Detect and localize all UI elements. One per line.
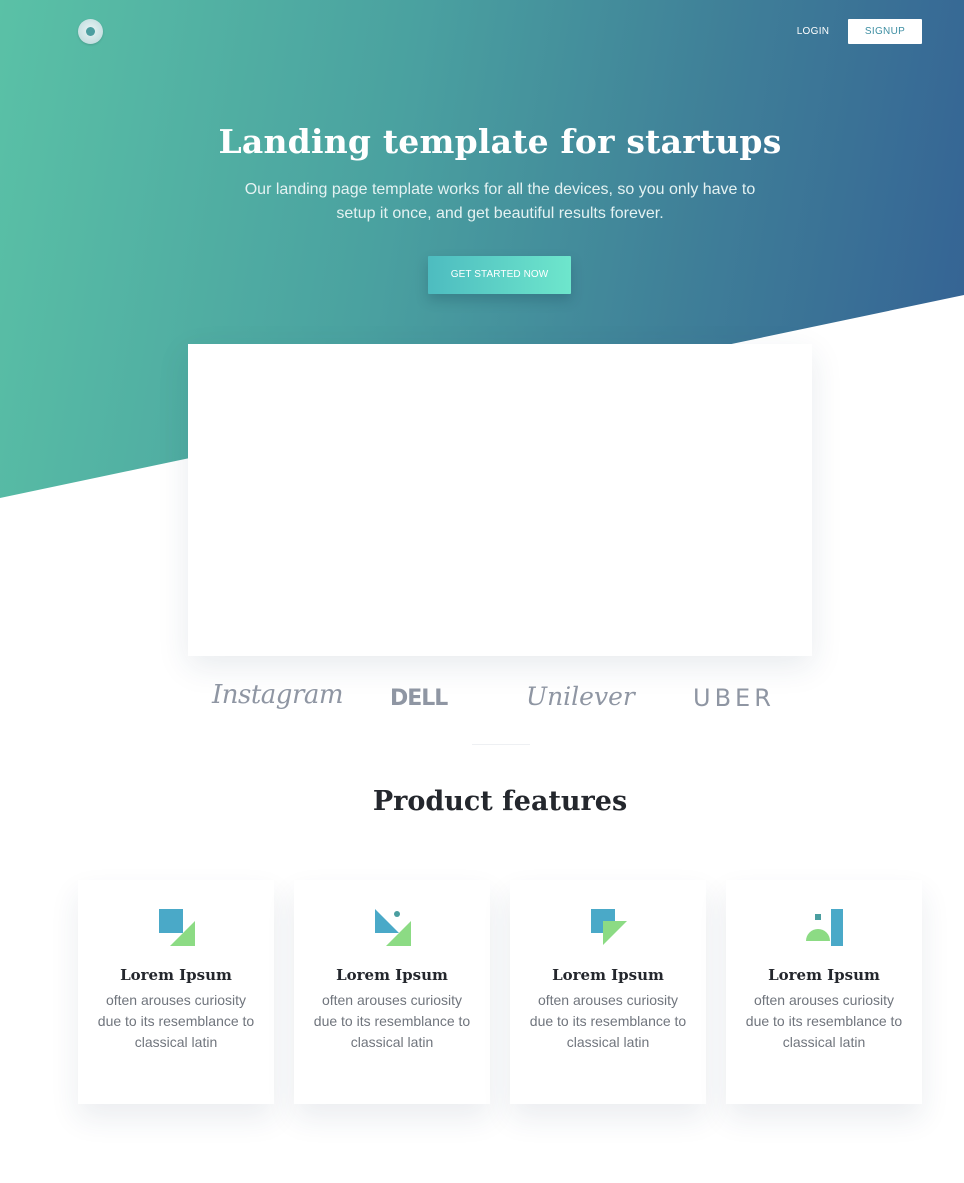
instagram-logo: Instagram [212,680,344,710]
square-triangle-icon [159,909,195,946]
triangles-dot-icon [375,909,411,946]
feature-title: Lorem Ipsum [552,966,664,984]
feature-card: Lorem Ipsum often arouses curiosity due … [294,880,490,1104]
hero-subtitle: Our landing page template works for all … [244,181,756,222]
site-logo-icon[interactable] [78,19,103,44]
client-logos: Instagram DELL Unilever UBER [190,676,790,726]
feature-description: often arouses curiosity due to its resem… [745,992,903,1050]
signup-button[interactable]: SIGNUP [848,19,922,44]
semicircle-bar-icon [806,909,843,946]
features-title: Product features [372,786,628,817]
dell-logo: DELL [390,686,448,711]
get-started-button[interactable]: GET STARTED NOW [428,256,571,294]
feature-title: Lorem Ipsum [120,966,232,984]
feature-card: Lorem Ipsum often arouses curiosity due … [510,880,706,1104]
feature-description: often arouses curiosity due to its resem… [529,992,687,1050]
features-grid: Lorem Ipsum often arouses curiosity due … [78,880,922,1104]
feature-title: Lorem Ipsum [336,966,448,984]
hero-title: Landing template for startups [218,122,782,161]
feature-description: often arouses curiosity due to its resem… [97,992,255,1050]
feature-description: often arouses curiosity due to its resem… [313,992,471,1050]
square-overlap-triangle-icon [591,909,627,945]
feature-card: Lorem Ipsum often arouses curiosity due … [726,880,922,1104]
hero-media-card [188,344,812,656]
feature-card: Lorem Ipsum often arouses curiosity due … [78,880,274,1104]
login-link[interactable]: LOGIN [790,22,836,42]
logo-hole [86,27,95,36]
unilever-logo: Unilever [526,682,635,711]
section-divider [472,744,530,745]
feature-title: Lorem Ipsum [768,966,880,984]
uber-logo: UBER [693,684,775,712]
